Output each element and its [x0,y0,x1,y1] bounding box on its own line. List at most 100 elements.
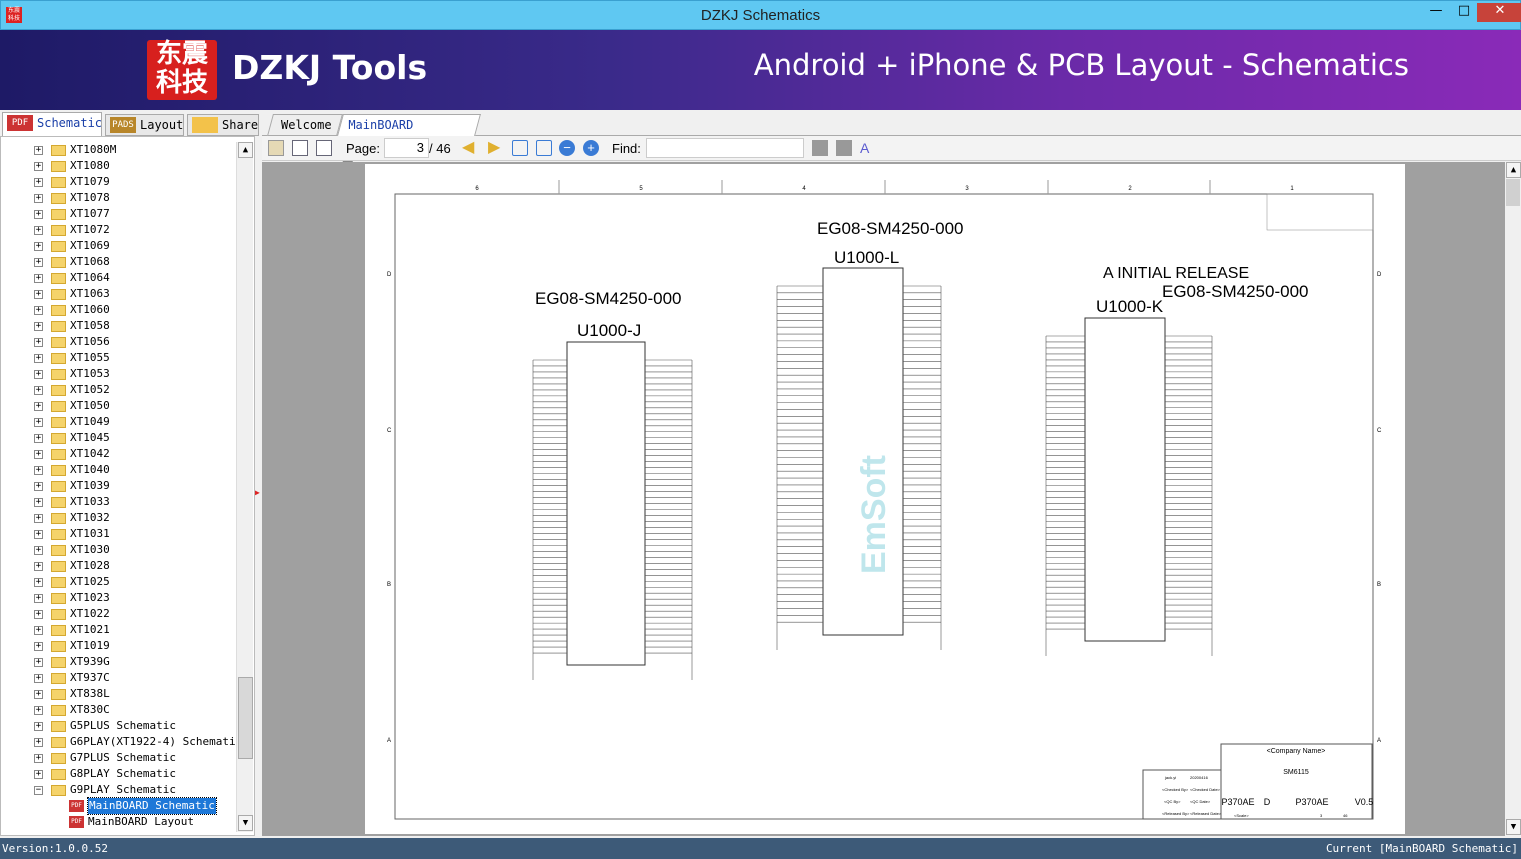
tree-item[interactable]: + XT1056 [1,334,236,350]
tree-item[interactable]: + XT838L [1,686,236,702]
expand-icon[interactable]: + [34,178,43,187]
tree-item[interactable]: + XT1080 [1,158,236,174]
expand-icon[interactable]: + [34,562,43,571]
tree-item[interactable]: + XT1042 [1,446,236,462]
tab-share[interactable]: Share [187,114,259,136]
tree-item[interactable]: − G9PLAY Schematic [1,782,236,798]
zoom-out-icon[interactable]: − [559,140,575,156]
expand-icon[interactable]: + [34,722,43,731]
expand-icon[interactable]: + [34,626,43,635]
zoom-in-icon[interactable]: + [583,140,599,156]
expand-icon[interactable]: + [34,450,43,459]
find-input[interactable] [646,138,804,158]
tree-item[interactable]: + XT1052 [1,382,236,398]
expand-icon[interactable]: + [34,578,43,587]
tree-item[interactable]: + XT1045 [1,430,236,446]
expand-icon[interactable]: + [34,386,43,395]
viewer-scrollbar[interactable]: ▲ ▼ [1505,162,1521,836]
tree-item[interactable]: + XT937C [1,670,236,686]
expand-icon[interactable]: + [34,610,43,619]
tree-item[interactable]: + XT1069 [1,238,236,254]
tree-item[interactable]: + XT1040 [1,462,236,478]
scroll-thumb[interactable] [1506,179,1520,206]
tree-item[interactable]: + G5PLUS Schematic [1,718,236,734]
tree-scrollbar[interactable]: ▲ ▼ [236,142,253,832]
tree-item[interactable]: + XT1068 [1,254,236,270]
expand-icon[interactable]: + [34,258,43,267]
expand-icon[interactable]: + [34,642,43,651]
tree-item[interactable]: + XT1030 [1,542,236,558]
expand-icon[interactable]: + [34,738,43,747]
expand-icon[interactable]: + [34,770,43,779]
expand-icon[interactable]: + [34,210,43,219]
copy-icon[interactable] [268,140,284,156]
expand-icon[interactable]: + [34,290,43,299]
expand-icon[interactable]: + [34,274,43,283]
expand-icon[interactable]: + [34,226,43,235]
tree-item[interactable]: + G8PLAY Schematic [1,766,236,782]
tree-item[interactable]: + XT1023 [1,590,236,606]
tree-item[interactable]: + XT1019 [1,638,236,654]
scroll-down-icon[interactable]: ▼ [1506,819,1521,835]
expand-icon[interactable]: + [34,482,43,491]
page-input[interactable]: 3 [384,138,429,158]
expand-icon[interactable]: + [34,242,43,251]
tree-item[interactable]: + XT1049 [1,414,236,430]
expand-icon[interactable]: + [34,338,43,347]
scroll-thumb[interactable] [238,677,253,759]
tree-item[interactable]: + XT1022 [1,606,236,622]
next-page-icon[interactable]: ▶ [488,140,504,156]
expand-icon[interactable]: + [34,754,43,763]
expand-icon[interactable]: + [34,370,43,379]
scroll-up-icon[interactable]: ▲ [238,142,253,158]
rotate-right-icon[interactable] [316,140,332,156]
maximize-button[interactable]: □ [1450,3,1478,22]
find-next-icon[interactable] [836,140,852,156]
tree-item[interactable]: + G6PLAY(XT1922-4) Schematic [1,734,242,750]
tree-item[interactable]: + XT1063 [1,286,236,302]
tree-item[interactable]: + XT1079 [1,174,236,190]
tree-item[interactable]: + XT1072 [1,222,236,238]
collapse-icon[interactable]: − [34,786,43,795]
fit-width-icon[interactable] [512,140,528,156]
close-button[interactable]: ✕ [1477,3,1521,22]
rotate-left-icon[interactable] [292,140,308,156]
tree-item[interactable]: + XT1060 [1,302,236,318]
expand-icon[interactable]: + [34,498,43,507]
expand-icon[interactable]: + [34,546,43,555]
tree-item[interactable]: + XT1025 [1,574,236,590]
tree-item[interactable]: + G7PLUS Schematic [1,750,236,766]
tree-item[interactable]: + XT939G [1,654,236,670]
expand-icon[interactable]: + [34,466,43,475]
expand-icon[interactable]: + [34,306,43,315]
tree-item[interactable]: + XT1050 [1,398,236,414]
expand-icon[interactable]: + [34,322,43,331]
tree-item[interactable]: + XT1064 [1,270,236,286]
tree-item[interactable]: + XT1058 [1,318,236,334]
prev-page-icon[interactable]: ◀ [462,140,478,156]
fit-page-icon[interactable] [536,140,552,156]
expand-icon[interactable]: + [34,690,43,699]
tree-item[interactable]: + XT1053 [1,366,236,382]
expand-icon[interactable]: + [34,658,43,667]
expand-icon[interactable]: + [34,194,43,203]
find-previous-icon[interactable] [812,140,828,156]
expand-icon[interactable]: + [34,594,43,603]
tree-item[interactable]: + XT1077 [1,206,236,222]
match-case-icon[interactable]: A [860,140,876,156]
expand-icon[interactable]: + [34,434,43,443]
tree-item-child[interactable]: PDF MainBOARD Schematic [1,797,236,815]
tree-item[interactable]: + XT1021 [1,622,236,638]
expand-icon[interactable]: + [34,530,43,539]
expand-icon[interactable]: + [34,162,43,171]
collapse-arrow-icon[interactable]: ▶ [255,488,260,497]
tree-item[interactable]: + XT1078 [1,190,236,206]
tree-item[interactable]: + XT1028 [1,558,236,574]
expand-icon[interactable]: + [34,418,43,427]
document-viewer[interactable]: 6 5 4 3 2 1 D D C C B B A A EG08-SM4250-000 U1000-J EG08… [262,162,1505,836]
tab-mainboard-schematic[interactable]: MainBOARD Schematic✕ [337,114,481,177]
tree-item[interactable]: + XT1080M [1,142,236,158]
tree-item[interactable]: + XT1039 [1,478,236,494]
expand-icon[interactable]: + [34,146,43,155]
tree-item[interactable]: + XT830C [1,702,236,718]
